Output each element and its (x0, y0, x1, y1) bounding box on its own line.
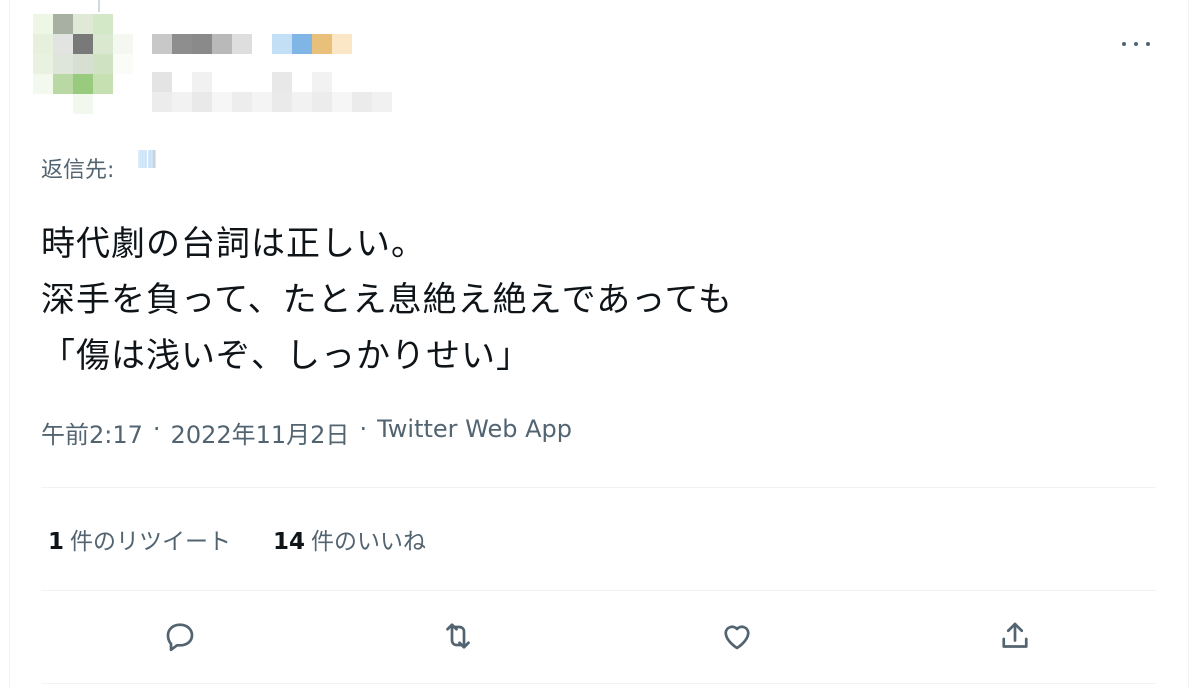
reply-icon (166, 623, 194, 652)
tweet-stats: 1 件のリツイート 14 件のいいね (48, 522, 426, 556)
likes-stat[interactable]: 14 件のいいね (273, 522, 426, 556)
reply-to: 返信先: (41, 150, 454, 186)
share-icon (1002, 622, 1028, 648)
retweet-button[interactable] (434, 612, 482, 660)
retweets-stat[interactable]: 1 件のリツイート (48, 522, 231, 556)
divider (41, 590, 1156, 591)
tweet-date[interactable]: 2022年11月2日 (171, 415, 350, 450)
reply-button[interactable] (156, 612, 204, 660)
meta-separator: · (359, 415, 368, 443)
tweet-actions (41, 610, 1156, 662)
more-options-icon[interactable] (1118, 32, 1154, 56)
share-button[interactable] (991, 612, 1039, 660)
username-blurred[interactable] (152, 72, 392, 112)
like-label: 件のいいね (311, 529, 427, 555)
tweet-text: 時代劇の台詞は正しい。 深手を負って、たとえ息絶え絶えであっても 「傷は浅いぞ、… (41, 224, 733, 376)
retweet-count: 1 (48, 529, 65, 555)
retweet-icon (446, 623, 470, 649)
tweet-time[interactable]: 午前2:17 (41, 415, 143, 450)
display-name-blurred[interactable] (152, 34, 352, 54)
tweet-meta: 午前2:17 · 2022年11月2日 · Twitter Web App (41, 415, 572, 450)
tweet-source[interactable]: Twitter Web App (377, 415, 572, 450)
divider (41, 683, 1156, 684)
like-button[interactable] (713, 612, 761, 660)
like-icon (724, 625, 750, 650)
avatar[interactable] (33, 14, 133, 114)
reply-to-label: 返信先: (41, 158, 115, 183)
divider (41, 487, 1156, 488)
meta-separator: · (152, 415, 161, 443)
retweet-label: 件のリツイート (70, 529, 232, 555)
reply-to-handle-blurred[interactable] (118, 150, 454, 186)
thread-line (98, 0, 100, 12)
like-count: 14 (273, 529, 306, 555)
